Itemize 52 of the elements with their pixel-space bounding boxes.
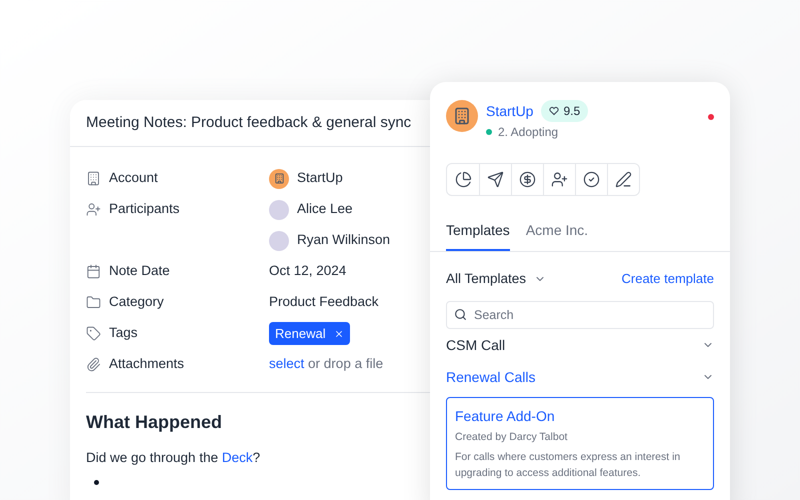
field-icon [86,295,101,310]
template-group[interactable]: CSM Call [446,329,714,362]
create-template-link[interactable]: Create template [622,269,714,289]
template-filter[interactable]: All Templates [446,269,546,290]
tab[interactable]: Templates [446,212,510,251]
field-label: Note Date [109,262,170,280]
account-link[interactable]: StartUp [486,100,534,122]
field-label: Participants [109,200,180,218]
template-description: For calls where customers express an interest in upgrading to access additional features. [455,450,682,481]
field-icon [86,264,101,279]
field-label: Account [109,169,158,188]
avatar-icon [269,230,289,250]
attachment-hint: select or drop a file [269,355,384,374]
score-badge: 9.5 [541,100,588,122]
stage-text: 2. Adopting [498,124,558,141]
tag-chip[interactable]: Renewal [269,322,350,345]
avatar-icon [269,168,289,188]
template-author: Created by Darcy Talbot [455,430,568,446]
template-group[interactable]: Renewal Calls [446,361,714,394]
field-icon [86,357,101,372]
question-text: Did we go through the Deck? [86,449,262,467]
avatar-icon [269,200,289,220]
field-label: Tags [109,324,138,342]
remove-icon [334,328,344,338]
select-link[interactable]: select [269,356,304,372]
field-icon [86,171,101,186]
account-name: StartUp [297,169,343,188]
deck-link[interactable]: Deck [222,450,253,465]
search-icon [454,308,467,322]
field-icon [86,202,101,217]
send-icon [487,171,504,188]
search-field[interactable]: Search [446,301,714,330]
template-title: Feature Add-On [455,407,556,426]
pen-icon [615,171,632,188]
check-circle-icon [583,171,600,188]
participant-name: Alice Lee [297,200,353,218]
pie-chart-icon [454,171,472,188]
section-heading: What Happened [86,411,224,434]
tab[interactable]: Acme Inc. [526,212,588,251]
field-value: Oct 12, 2024 [269,262,346,280]
heart-icon [549,106,560,116]
field-label: Category [109,293,164,312]
dollar-icon [519,171,536,188]
bullet-icon [94,480,99,486]
participant-name: Ryan Wilkinson [297,231,390,250]
template-card[interactable]: Feature Add-On Created by Darcy Talbot For calls where customers express an interest in upgrading to access additional features. [446,397,714,490]
account-avatar-icon [446,100,478,132]
field-value: Product Feedback [269,293,379,312]
add-user-icon [551,171,568,188]
field-icon [86,326,101,341]
field-label: Attachments [109,355,184,374]
note-title: Meeting Notes: Product feedback & general sync [86,112,412,133]
